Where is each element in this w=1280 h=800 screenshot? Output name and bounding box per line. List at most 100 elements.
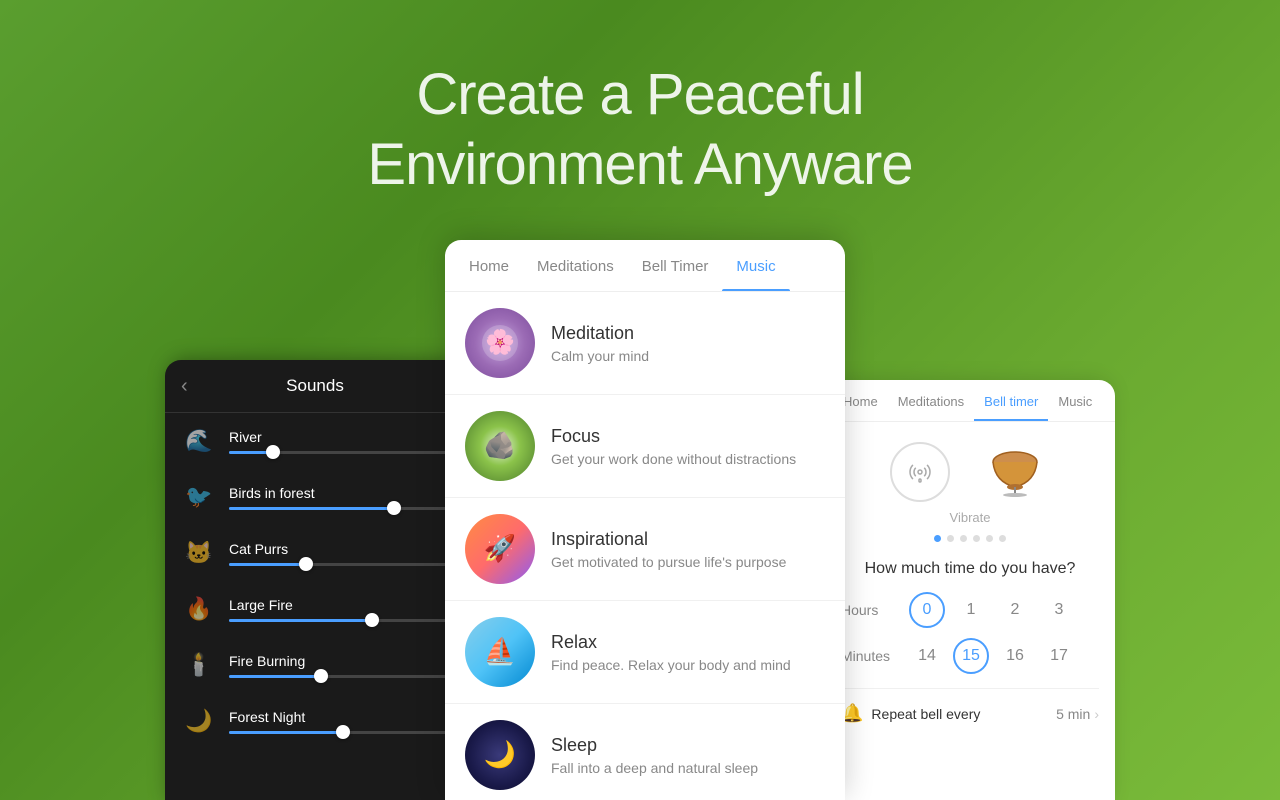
med-name: Sleep <box>551 735 758 756</box>
sound-name: River <box>229 429 449 445</box>
bell-timer-panel: Home Meditations Bell timer Music <box>825 380 1115 800</box>
slider-track[interactable] <box>229 731 449 734</box>
med-thumb-focus: 🪨 <box>465 411 535 481</box>
sounds-header: ‹ Sounds <box>165 360 465 413</box>
repeat-bell-row: 🔔 Repeat bell every 5 min › <box>841 688 1099 724</box>
pagination-dot[interactable] <box>999 535 1006 542</box>
sound-info: Cat Purrs <box>229 541 449 566</box>
sounds-list: 🌊 River 🐦 Birds in forest <box>165 413 465 749</box>
pagination-dot[interactable] <box>947 535 954 542</box>
pagination-dot[interactable] <box>934 535 941 542</box>
hero-section: Create a Peaceful Environment Anyware <box>0 0 1280 199</box>
minute-option[interactable]: 15 <box>953 638 989 674</box>
tab-bell-timer[interactable]: Bell Timer <box>628 240 723 291</box>
hero-title: Create a Peaceful Environment Anyware <box>0 60 1280 199</box>
slider-thumb[interactable] <box>336 725 350 739</box>
sound-info: Forest Night <box>229 709 449 734</box>
minute-option[interactable]: 16 <box>997 638 1033 674</box>
sound-item[interactable]: 🌊 River <box>165 413 465 469</box>
svg-text:🌸: 🌸 <box>485 328 515 356</box>
med-item-focus[interactable]: 🪨 Focus Get your work done without distr… <box>445 395 845 498</box>
hours-row: Hours 0123 <box>841 592 1099 628</box>
svg-text:🚀: 🚀 <box>484 533 516 563</box>
med-item-inspirational[interactable]: 🚀 Inspirational Get motivated to pursue … <box>445 498 845 601</box>
hour-option[interactable]: 1 <box>953 592 989 628</box>
sound-info: River <box>229 429 449 454</box>
slider-thumb[interactable] <box>266 445 280 459</box>
bell-tab-music[interactable]: Music <box>1048 380 1102 421</box>
slider-thumb[interactable] <box>314 669 328 683</box>
med-name: Inspirational <box>551 529 786 550</box>
slider-thumb[interactable] <box>299 557 313 571</box>
sound-item[interactable]: 🌙 Forest Night <box>165 693 465 749</box>
tab-music[interactable]: Music <box>722 240 789 291</box>
screens-container: ‹ Sounds 🌊 River 🐦 Birds in forest <box>0 240 1280 800</box>
svg-text:🪨: 🪨 <box>484 430 516 460</box>
hour-option[interactable]: 0 <box>909 592 945 628</box>
med-desc: Get your work done without distractions <box>551 451 796 467</box>
pagination-dots <box>841 535 1099 542</box>
svg-text:🌙: 🌙 <box>484 739 516 770</box>
slider-track[interactable] <box>229 675 449 678</box>
slider-track[interactable] <box>229 451 449 454</box>
sound-item[interactable]: 🐱 Cat Purrs <box>165 525 465 581</box>
slider-thumb[interactable] <box>365 613 379 627</box>
sound-name: Fire Burning <box>229 653 449 669</box>
med-desc: Get motivated to pursue life's purpose <box>551 554 786 570</box>
minutes-label: Minutes <box>841 648 901 664</box>
chevron-right-icon: › <box>1094 706 1099 722</box>
sound-name: Large Fire <box>229 597 449 613</box>
minute-option[interactable]: 14 <box>909 638 945 674</box>
tab-home[interactable]: Home <box>455 240 523 291</box>
pagination-dot[interactable] <box>960 535 967 542</box>
repeat-bell-label: Repeat bell every <box>871 706 980 722</box>
bell-tab-meditations[interactable]: Meditations <box>888 380 974 421</box>
slider-thumb[interactable] <box>387 501 401 515</box>
bell-icons-row <box>841 442 1099 502</box>
sound-info: Birds in forest <box>229 485 449 510</box>
vibrate-button[interactable] <box>890 442 950 502</box>
back-button[interactable]: ‹ <box>181 375 188 398</box>
med-name: Relax <box>551 632 791 653</box>
sound-icon: 🌊 <box>181 423 217 459</box>
hour-option[interactable]: 3 <box>1041 592 1077 628</box>
bell-tab-bar: Home Meditations Bell timer Music <box>825 380 1115 422</box>
med-item-meditation[interactable]: 🌸 Meditation Calm your mind <box>445 292 845 395</box>
hour-option[interactable]: 2 <box>997 592 1033 628</box>
pagination-dot[interactable] <box>986 535 993 542</box>
bell-tab-bell-timer[interactable]: Bell timer <box>974 380 1048 421</box>
sound-info: Fire Burning <box>229 653 449 678</box>
repeat-value[interactable]: 5 min › <box>1056 706 1099 722</box>
med-thumb-meditation: 🌸 <box>465 308 535 378</box>
med-name: Focus <box>551 426 796 447</box>
singing-bowl-icon[interactable] <box>980 442 1050 502</box>
meditations-panel: Home Meditations Bell Timer Music 🌸 Medi… <box>445 240 845 800</box>
minute-option[interactable]: 17 <box>1041 638 1077 674</box>
sound-name: Birds in forest <box>229 485 449 501</box>
tab-meditations[interactable]: Meditations <box>523 240 628 291</box>
med-text-meditation: Meditation Calm your mind <box>551 323 649 364</box>
sound-name: Cat Purrs <box>229 541 449 557</box>
slider-track[interactable] <box>229 619 449 622</box>
med-text-relax: Relax Find peace. Relax your body and mi… <box>551 632 791 673</box>
slider-track[interactable] <box>229 507 449 510</box>
med-desc: Find peace. Relax your body and mind <box>551 657 791 673</box>
med-item-sleep[interactable]: 🌙 Sleep Fall into a deep and natural sle… <box>445 704 845 800</box>
pagination-dot[interactable] <box>973 535 980 542</box>
med-tab-bar: Home Meditations Bell Timer Music <box>445 240 845 292</box>
slider-track[interactable] <box>229 563 449 566</box>
sound-icon: 🌙 <box>181 703 217 739</box>
med-list: 🌸 Meditation Calm your mind 🪨 Focus Get … <box>445 292 845 800</box>
svg-text:⛵: ⛵ <box>484 636 516 666</box>
sound-item[interactable]: 🔥 Large Fire <box>165 581 465 637</box>
sound-info: Large Fire <box>229 597 449 622</box>
sound-item[interactable]: 🐦 Birds in forest <box>165 469 465 525</box>
minutes-numbers: 14151617 <box>909 638 1077 674</box>
med-desc: Calm your mind <box>551 348 649 364</box>
sound-name: Forest Night <box>229 709 449 725</box>
med-text-focus: Focus Get your work done without distrac… <box>551 426 796 467</box>
med-thumb-sleep: 🌙 <box>465 720 535 790</box>
med-item-relax[interactable]: ⛵ Relax Find peace. Relax your body and … <box>445 601 845 704</box>
med-text-sleep: Sleep Fall into a deep and natural sleep <box>551 735 758 776</box>
sound-item[interactable]: 🕯️ Fire Burning <box>165 637 465 693</box>
